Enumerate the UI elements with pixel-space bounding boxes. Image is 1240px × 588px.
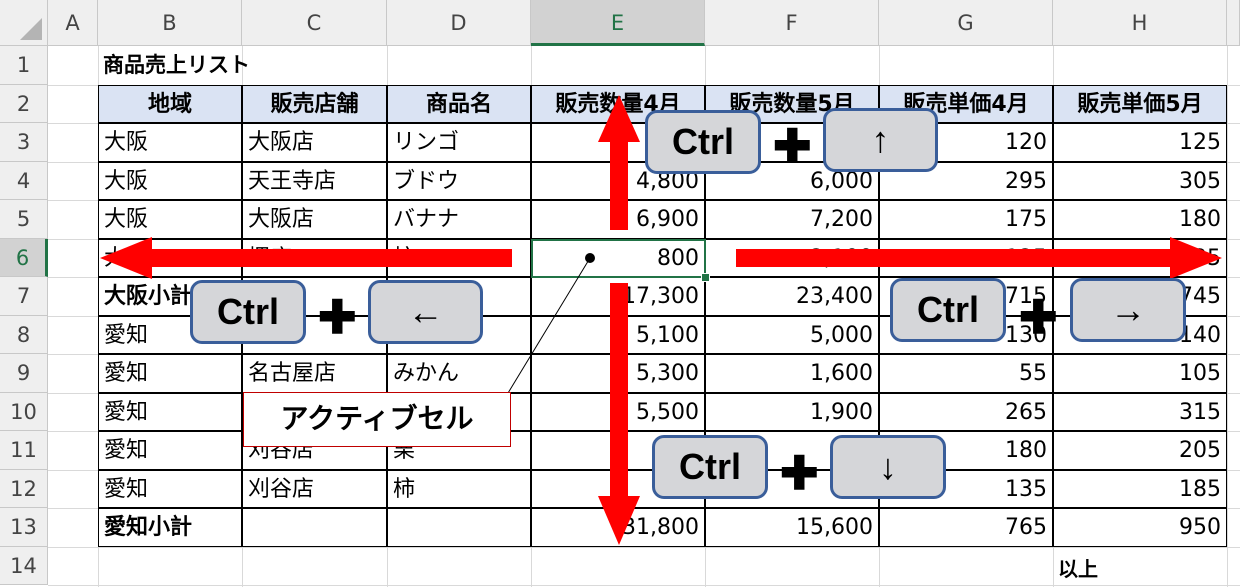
down-arrow-icon: ↓	[879, 446, 897, 487]
ctrl-key-label: Ctrl	[672, 121, 734, 162]
arrow-left	[100, 237, 512, 279]
ctrl-key-down-combo: Ctrl	[652, 435, 768, 499]
plus-icon: ✚	[318, 291, 357, 343]
arrow-up	[598, 95, 640, 230]
arrow-down	[598, 283, 640, 545]
arrow-right	[736, 237, 1222, 279]
ctrl-key-label: Ctrl	[679, 446, 741, 487]
plus-icon: ✚	[1019, 291, 1058, 343]
right-arrow-key: →	[1070, 278, 1186, 342]
ctrl-key-up-combo: Ctrl	[645, 110, 761, 174]
up-arrow-icon: ↑	[871, 119, 890, 160]
ctrl-key-left-combo: Ctrl	[190, 280, 306, 344]
spreadsheet[interactable]: A B C D E F G H 1 2 3 4 5 6 7 8 9 10 11 12 13 14 商品売上リスト 地域 販売店舗…	[0, 0, 1240, 587]
left-arrow-key: ←	[368, 280, 483, 344]
ctrl-key-label: Ctrl	[917, 289, 979, 330]
active-cell-callout: アクティブセル	[243, 392, 511, 447]
up-arrow-key: ↑	[823, 108, 938, 172]
left-arrow-icon: ←	[407, 291, 444, 332]
down-arrow-key: ↓	[830, 435, 946, 499]
ctrl-key-label: Ctrl	[217, 291, 279, 332]
callout-pointer	[504, 253, 595, 399]
right-arrow-icon: →	[1110, 289, 1146, 330]
plus-icon: ✚	[773, 120, 812, 172]
plus-icon: ✚	[780, 447, 819, 499]
ctrl-key-right-combo: Ctrl	[890, 278, 1006, 342]
